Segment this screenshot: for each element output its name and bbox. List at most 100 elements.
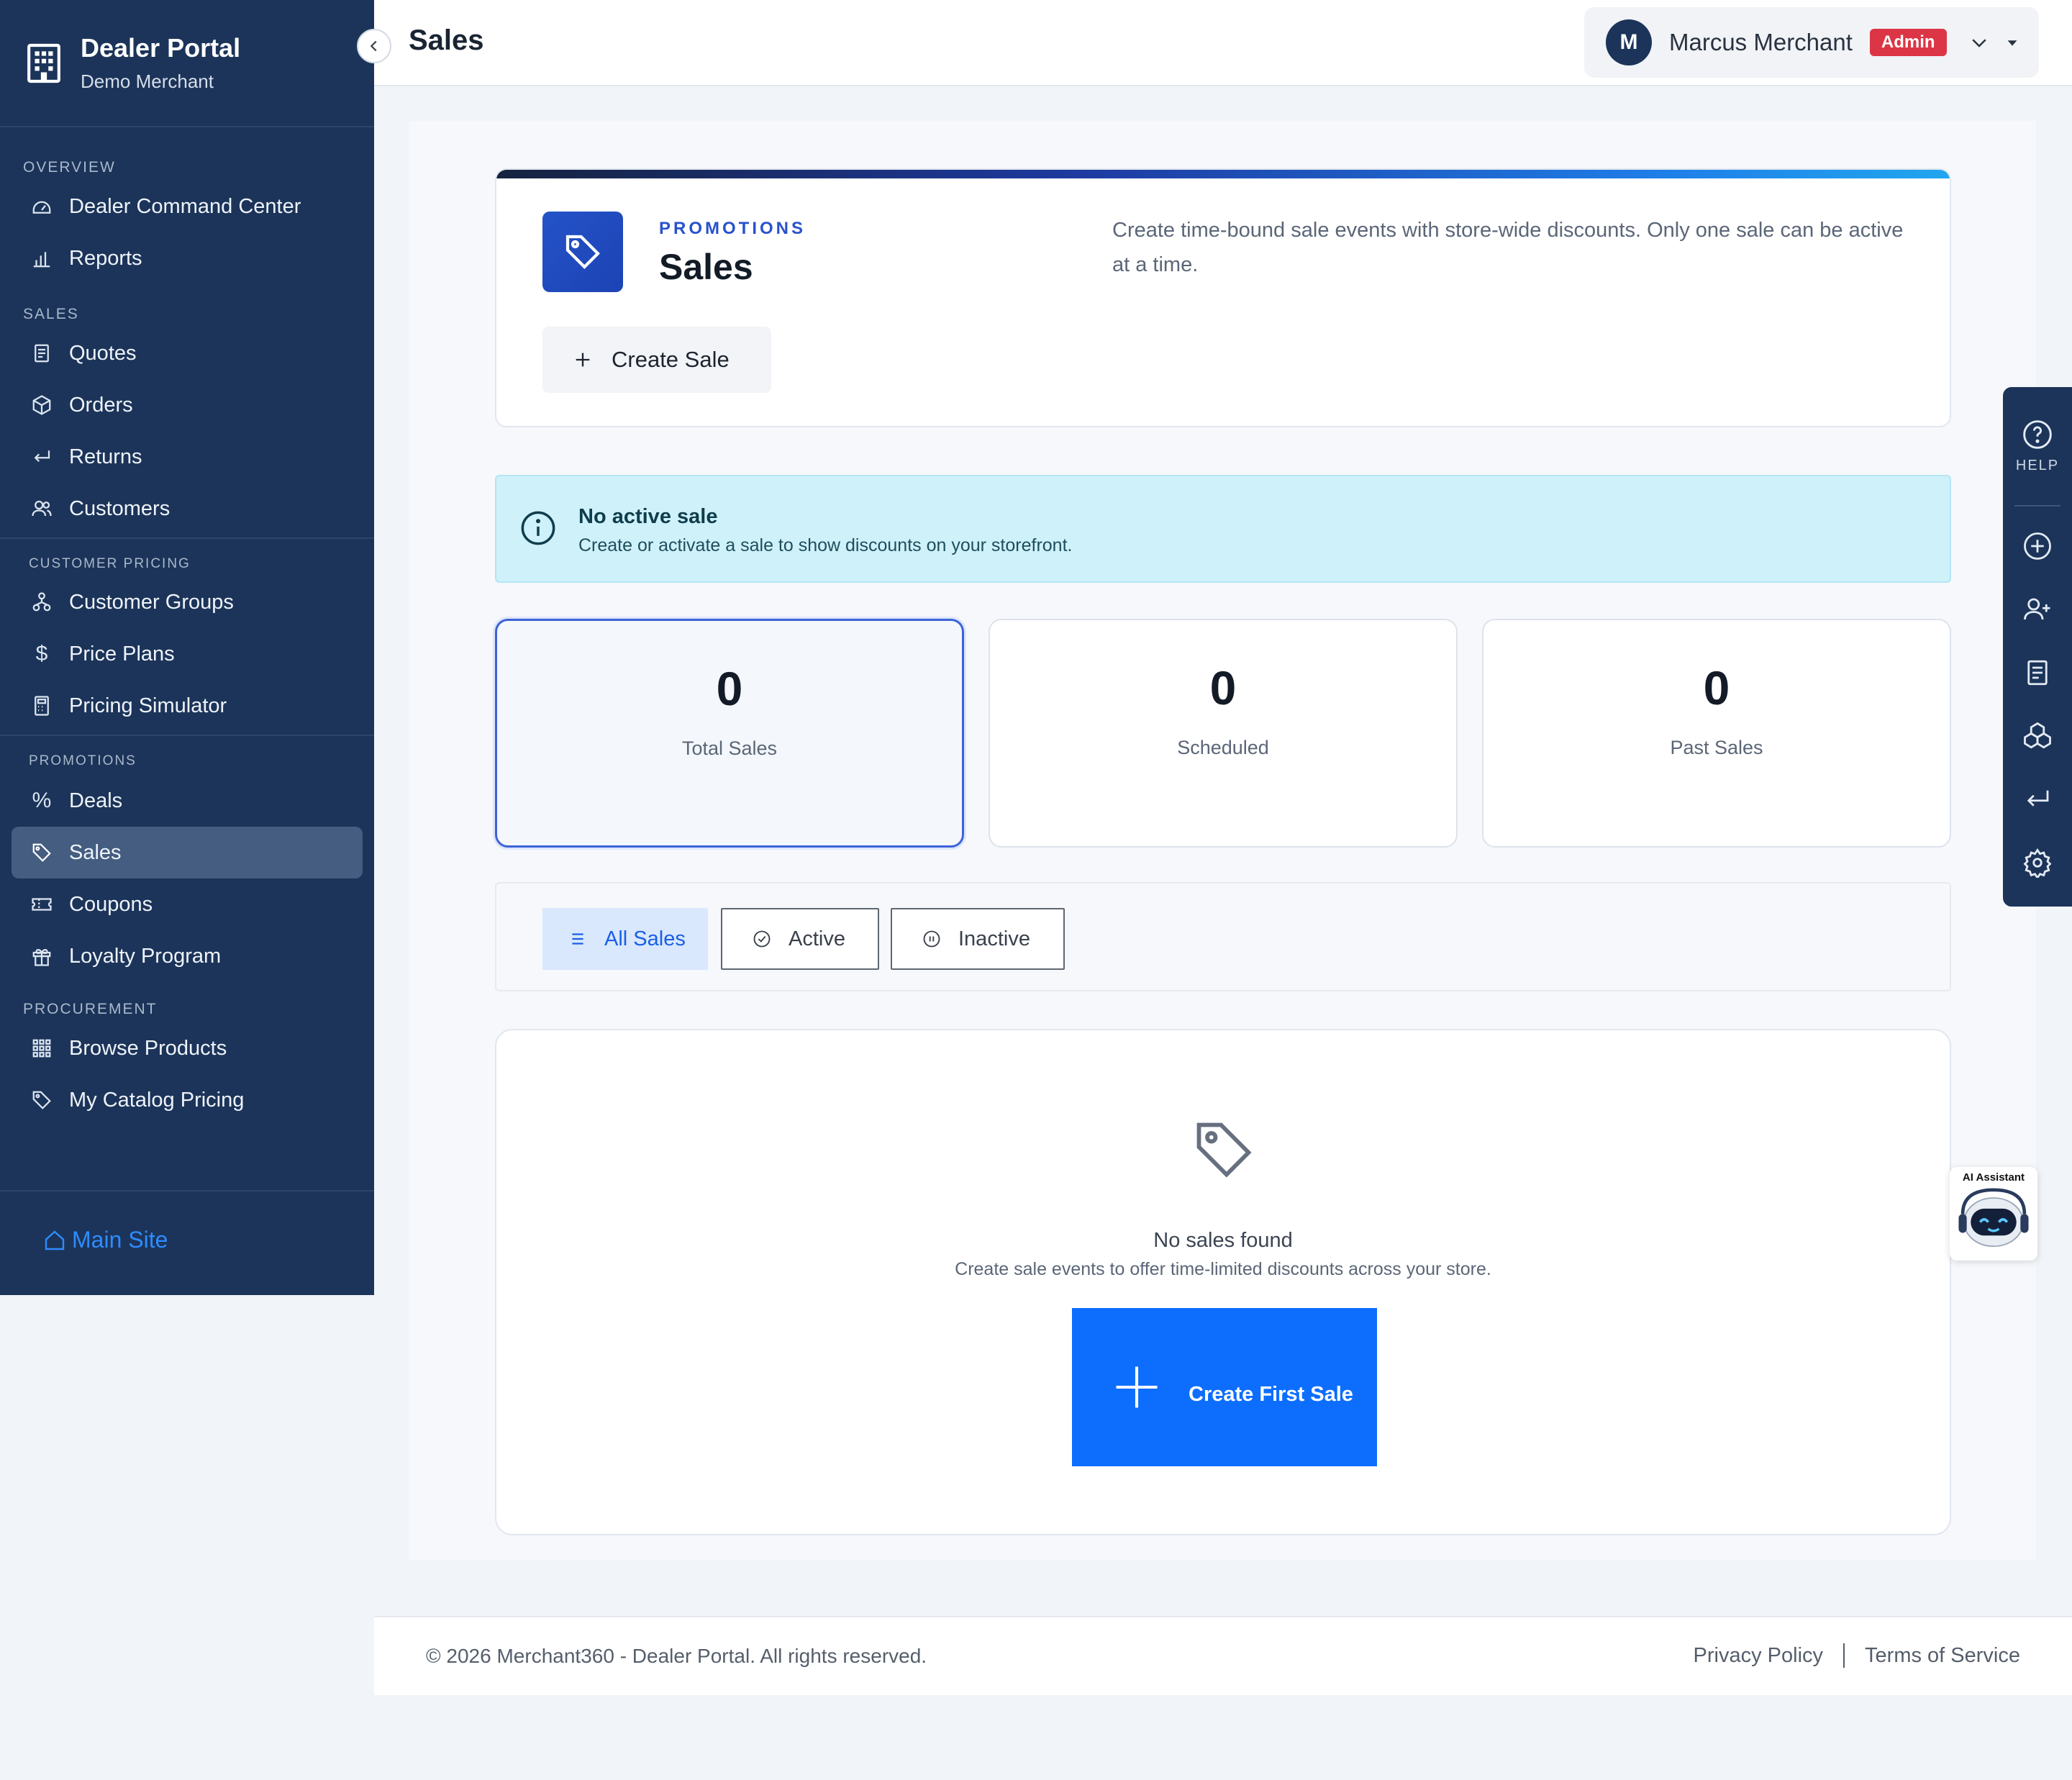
- calculator-icon: [30, 694, 53, 717]
- brand-title: Dealer Portal: [81, 33, 241, 63]
- sidebar-item-reports[interactable]: Reports: [12, 232, 363, 284]
- home-icon: [45, 1230, 65, 1250]
- filter-all-sales[interactable]: All Sales: [542, 908, 708, 970]
- ticket-icon: [30, 893, 53, 916]
- brand-subtitle: Demo Merchant: [81, 71, 214, 92]
- create-first-sale-button[interactable]: Create First Sale: [1072, 1308, 1377, 1466]
- list-icon: [567, 928, 589, 950]
- info-icon: [521, 511, 555, 545]
- promotions-header-card: PROMOTIONS Sales Create time-bound sale …: [495, 168, 1951, 427]
- dock-boxes[interactable]: [2003, 721, 2072, 751]
- card-title: Sales: [659, 247, 753, 287]
- dock-settings[interactable]: [2003, 848, 2072, 878]
- create-first-sale-label: Create First Sale: [1189, 1382, 1353, 1406]
- empty-text: Create sale events to offer time-limited…: [955, 1259, 1491, 1279]
- section-label: PROMOTIONS: [659, 219, 806, 238]
- dock-document[interactable]: [2003, 658, 2072, 688]
- section-customer-pricing: CUSTOMER PRICING: [29, 556, 191, 571]
- filter-inactive[interactable]: Inactive: [891, 908, 1065, 970]
- collapse-sidebar-button[interactable]: [357, 29, 391, 63]
- sidebar-item-label: My Catalog Pricing: [69, 1088, 245, 1112]
- sidebar-item-deals[interactable]: % Deals: [12, 775, 363, 827]
- robot-icon: [1958, 1188, 2029, 1248]
- sidebar-item-label: Reports: [69, 246, 142, 270]
- stat-card-scheduled[interactable]: 0 Scheduled: [989, 619, 1458, 848]
- sidebar-item-customers[interactable]: Customers: [12, 483, 363, 535]
- copyright: © 2026 Merchant360 - Dealer Portal. All …: [426, 1645, 927, 1667]
- card-description: Create time-bound sale events with store…: [1112, 219, 1904, 276]
- section-promotions: PROMOTIONS: [29, 753, 137, 768]
- sidebar-item-customer-groups[interactable]: Customer Groups: [12, 576, 363, 628]
- sidebar-item-label: Orders: [69, 393, 133, 417]
- filter-bar: All Sales Active Inactive: [495, 882, 1951, 991]
- document-icon: [30, 342, 53, 365]
- dock-add[interactable]: [2003, 531, 2072, 561]
- topbar: Sales M Marcus Merchant Admin: [374, 0, 2072, 86]
- footer-links: Privacy Policy Terms of Service: [1694, 1643, 2020, 1668]
- sidebar-item-label: Returns: [69, 445, 142, 468]
- brand: Dealer Portal Demo Merchant: [0, 0, 374, 127]
- section-procurement: PROCUREMENT: [23, 1001, 158, 1017]
- filter-label: All Sales: [604, 927, 686, 950]
- sidebar-item-label: Loyalty Program: [69, 944, 222, 968]
- dashboard-gauge-icon: [30, 195, 53, 218]
- stat-card-past-sales[interactable]: 0 Past Sales: [1482, 619, 1951, 848]
- role-badge: Admin: [1869, 29, 1947, 56]
- pause-circle-icon: [921, 928, 942, 950]
- footer: © 2026 Merchant360 - Dealer Portal. All …: [374, 1616, 2072, 1695]
- sidebar-item-dealer-command-center[interactable]: Dealer Command Center: [12, 181, 363, 232]
- tag-icon: [542, 212, 623, 292]
- sidebar-item-returns[interactable]: Returns: [12, 431, 363, 483]
- plus-icon: [1116, 1366, 1158, 1408]
- help-circle-icon: [2023, 420, 2052, 449]
- sidebar-item-loyalty-program[interactable]: Loyalty Program: [12, 930, 363, 982]
- stat-label: Total Sales: [681, 737, 778, 759]
- sidebar-item-label: Price Plans: [69, 642, 175, 666]
- stat-value: 0: [716, 662, 743, 715]
- quick-action-dock: HELP: [2003, 387, 2072, 907]
- help-label: HELP: [2015, 458, 2060, 473]
- stat-card-total-sales[interactable]: 0 Total Sales: [495, 619, 964, 848]
- check-circle-icon: [751, 928, 773, 950]
- sidebar-item-quotes[interactable]: Quotes: [12, 327, 363, 379]
- tag-icon: [30, 841, 53, 864]
- dock-help[interactable]: HELP: [2003, 419, 2072, 474]
- bar-chart-icon: [30, 247, 53, 270]
- privacy-policy-link[interactable]: Privacy Policy: [1694, 1644, 1824, 1668]
- create-sale-label: Create Sale: [612, 347, 730, 372]
- plus-circle-icon: [2024, 532, 2051, 560]
- sidebar-item-label: Coupons: [69, 892, 153, 916]
- alert-title: No active sale: [578, 505, 718, 528]
- gift-icon: [30, 945, 53, 968]
- create-sale-button[interactable]: Create Sale: [542, 327, 771, 393]
- terms-of-service-link[interactable]: Terms of Service: [1865, 1644, 2020, 1668]
- section-overview: OVERVIEW: [23, 159, 116, 176]
- tag-icon: [1196, 1122, 1252, 1178]
- chevron-down-icon: [1971, 39, 1986, 47]
- dock-add-user[interactable]: [2003, 594, 2072, 625]
- sidebar-item-orders[interactable]: Orders: [12, 379, 363, 431]
- ai-assistant-button[interactable]: AI Assistant: [1950, 1167, 2037, 1261]
- sidebar-item-coupons[interactable]: Coupons: [12, 878, 363, 930]
- sidebar-item-label: Customer Groups: [69, 590, 234, 614]
- filter-active[interactable]: Active: [721, 908, 879, 970]
- sidebar-item-label: Sales: [69, 840, 122, 864]
- sidebar-item-price-plans[interactable]: $ Price Plans: [12, 628, 363, 680]
- user-plus-icon: [2024, 598, 2050, 620]
- main-site-link[interactable]: Main Site: [43, 1227, 168, 1253]
- stat-value: 0: [1209, 661, 1237, 714]
- sidebar-item-label: Quotes: [69, 341, 137, 365]
- sidebar-item-my-catalog-pricing[interactable]: My Catalog Pricing: [12, 1074, 363, 1126]
- user-menu[interactable]: M Marcus Merchant Admin: [1584, 7, 2039, 78]
- sidebar-item-label: Deals: [69, 789, 123, 812]
- grid-icon: [30, 1037, 53, 1060]
- sidebar-item-sales[interactable]: Sales: [12, 827, 363, 878]
- sidebar-item-label: Browse Products: [69, 1036, 227, 1060]
- sidebar-item-pricing-simulator[interactable]: Pricing Simulator: [12, 680, 363, 732]
- sidebar: Dealer Portal Demo Merchant OVERVIEW Dea…: [0, 0, 374, 1295]
- sidebar-item-label: Customers: [69, 496, 171, 520]
- sidebar-item-browse-products[interactable]: Browse Products: [12, 1022, 363, 1074]
- dock-return[interactable]: [2003, 784, 2072, 814]
- ai-assistant-label: AI Assistant: [1962, 1171, 2025, 1184]
- no-active-sale-alert: No active sale Create or activate a sale…: [495, 475, 1951, 583]
